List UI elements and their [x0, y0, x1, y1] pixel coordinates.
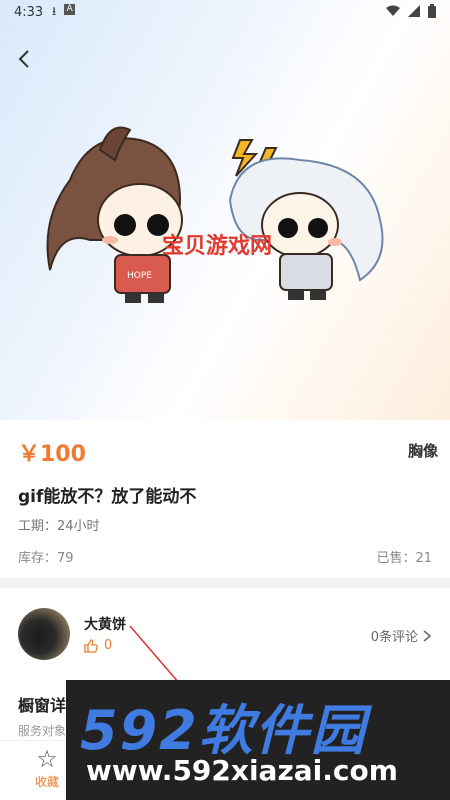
author-row[interactable]: 大黄饼 0 0条评论 — [0, 600, 450, 668]
section-divider — [0, 578, 450, 588]
like-button[interactable]: 0 — [84, 638, 112, 653]
product-image-area: 4:33 ⭳ A HOPE — [0, 0, 450, 420]
stock-row: 库存：79 已售：21 — [18, 547, 432, 566]
chevron-left-icon — [18, 50, 29, 68]
comments-link[interactable]: 0条评论 — [371, 626, 432, 645]
author-name[interactable]: 大黄饼 — [84, 614, 126, 634]
battery-icon — [428, 4, 436, 18]
status-icons-left: ⭳ A — [52, 4, 76, 18]
product-price: ￥100 — [18, 442, 86, 467]
status-bar: 4:33 ⭳ A — [0, 0, 450, 26]
work-duration: 工期：24小时 — [18, 519, 100, 534]
product-category: 胸像 — [407, 442, 438, 460]
banner-url: www.592xiazai.com — [86, 754, 398, 787]
comments-count: 0条评论 — [370, 630, 418, 645]
watermark-banner: 592软件园 www.592xiazai.com — [66, 680, 450, 800]
sold-count: 已售：21 — [376, 551, 432, 566]
status-icons-right — [386, 4, 436, 18]
product-artwork: HOPE — [46, 126, 384, 303]
status-time: 4:33 — [14, 5, 44, 20]
a-badge-icon: A — [64, 4, 76, 15]
stock-count: 库存：79 — [18, 551, 74, 566]
back-button[interactable] — [14, 48, 36, 70]
section-title: 橱窗详 — [18, 696, 67, 715]
price-row: ￥100 胸像 — [18, 436, 442, 467]
signal-icon — [408, 5, 420, 17]
favorite-button[interactable]: ☆ 收藏 — [22, 745, 72, 790]
watermark-text: 宝贝游戏网 — [162, 234, 273, 259]
star-icon: ☆ — [36, 745, 58, 773]
thumbs-up-icon — [84, 638, 98, 653]
wifi-icon — [386, 5, 400, 16]
avatar[interactable] — [18, 608, 70, 660]
chevron-right-icon — [423, 629, 432, 642]
svg-text:HOPE: HOPE — [127, 271, 152, 281]
like-count: 0 — [104, 638, 113, 653]
download-icon: ⭳ — [52, 4, 57, 18]
favorite-label: 收藏 — [34, 775, 59, 789]
product-title: gif能放不？放了能动不 — [18, 487, 197, 507]
